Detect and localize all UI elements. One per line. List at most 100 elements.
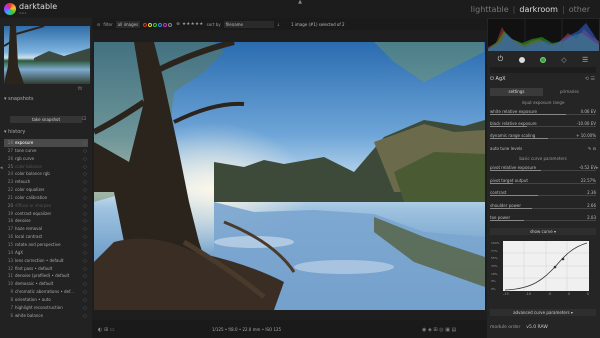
module-search-input[interactable]	[490, 67, 596, 73]
module-order-value[interactable]: v5.0 RAW	[526, 325, 547, 330]
main-image[interactable]	[94, 42, 485, 310]
slider-track[interactable]	[490, 220, 596, 221]
filter-bar: ⊟ filter all images ⊗ ★★★★★ sort by file…	[92, 18, 487, 30]
history-item[interactable]: 11 denoise (profiled) • default ○	[4, 272, 88, 280]
history-item[interactable]: 17 haze removal ○	[4, 225, 88, 233]
auto-tune-row[interactable]: auto tune levels ✎ ⊟	[490, 146, 596, 151]
overexposure-icon[interactable]: ▣	[445, 327, 450, 333]
slider[interactable]: toe power 2.03	[490, 215, 596, 228]
color-group-icon[interactable]	[539, 56, 546, 63]
curve-y-label: 100%	[491, 241, 500, 245]
module-presets-icon[interactable]: ⟲ ☰	[585, 76, 595, 82]
power-icon[interactable]: ⏻	[498, 55, 504, 64]
history-number: 7	[10, 304, 13, 310]
collapse-left-panel-icon[interactable]: ◂	[0, 165, 3, 171]
history-item[interactable]: 27 tone curve ○	[4, 147, 88, 155]
history-number: 28	[7, 140, 13, 145]
history-header[interactable]: ▾ history	[4, 128, 88, 136]
effects-group-icon[interactable]: ☰	[582, 56, 588, 64]
view-lighttable[interactable]: lighttable	[471, 5, 509, 14]
gamut-check-icon[interactable]: ◈	[428, 327, 432, 333]
history-item[interactable]: 18 denoise ○	[4, 217, 88, 225]
tone-curve-plot	[503, 241, 589, 291]
history-item[interactable]: 14 AgX ○	[4, 249, 88, 257]
zoom-fit-label[interactable]: fit	[78, 86, 82, 91]
take-snapshot-button[interactable]: take snapshot	[10, 116, 82, 123]
snapshots-header[interactable]: ▾ snapshots	[4, 95, 88, 103]
view-darkroom[interactable]: darkroom	[519, 5, 558, 14]
slider-track[interactable]	[490, 182, 596, 184]
selection-status: 1 image (#1) selected of 2	[290, 21, 345, 27]
tab-settings[interactable]: settings	[490, 88, 543, 96]
slider[interactable]: contrast 2.36	[490, 190, 596, 203]
histogram[interactable]	[488, 19, 599, 51]
navigation-thumbnail[interactable]	[4, 26, 90, 84]
curve-x-label: -15	[503, 292, 509, 296]
slider-track[interactable]	[490, 207, 596, 209]
slider[interactable]: shoulder power 2.66	[490, 203, 596, 216]
history-item[interactable]: 23 retouch ○	[4, 178, 88, 186]
module-state-icon: ○	[83, 226, 87, 232]
color-labels-filter[interactable]	[143, 22, 173, 27]
history-item[interactable]: 7 highlight reconstruction ○	[4, 304, 88, 312]
advanced-curve-toggle[interactable]: advanced curve parameters ▾	[490, 309, 596, 316]
slider-label: pivot relative exposure	[490, 165, 537, 170]
collapse-right-panel-icon[interactable]: ▸	[596, 165, 599, 171]
module-header-agx[interactable]: ⏻ AgX ⟲ ☰	[490, 76, 596, 84]
input-sliders: white relative exposure 4.06 EV black rela…	[490, 109, 596, 145]
slider[interactable]: white relative exposure 4.06 EV	[490, 109, 596, 121]
history-item[interactable]: 19 contrast equalizer ○	[4, 210, 88, 218]
sort-direction-icon[interactable]: ↓	[277, 22, 280, 27]
module-state-icon: ○	[83, 194, 87, 200]
history-item[interactable]: 20 diffuse or sharpen ○	[4, 202, 88, 210]
history-item[interactable]: 26 rgb curve ○	[4, 155, 88, 163]
rating-filter[interactable]: ⊗ ★★★★★	[176, 22, 203, 27]
filter-icon[interactable]: ⊟	[97, 22, 100, 27]
history-item[interactable]: 13 lens correction • default ○	[4, 257, 88, 265]
history-item[interactable]: 9 chromatic aberrations • def... ○	[4, 288, 88, 296]
slider-track[interactable]	[490, 138, 596, 139]
focus-peaking-icon[interactable]: ◎	[439, 327, 443, 333]
history-item[interactable]: 10 demosaic • default ○	[4, 280, 88, 288]
sort-select[interactable]: filename	[223, 20, 274, 28]
slider-track[interactable]	[490, 114, 596, 115]
history-item[interactable]: 22 color equalizer ○	[4, 186, 88, 194]
tone-group-icon[interactable]	[518, 56, 525, 63]
slider-track[interactable]	[490, 170, 596, 171]
slider-fill	[490, 138, 549, 139]
raw-overexposed-icon[interactable]: ▤	[452, 327, 457, 333]
second-window-icon[interactable]: ▭	[110, 327, 115, 333]
history-item[interactable]: 28 exposure ○	[4, 139, 88, 147]
slider-track[interactable]	[490, 126, 596, 127]
history-label: haze removal	[15, 226, 43, 232]
history-item[interactable]: 12 first pass • default ○	[4, 265, 88, 273]
quick-access-icon[interactable]: ◐	[98, 327, 102, 333]
filter-label: filter	[103, 21, 113, 27]
picker-icon[interactable]: ✎ ⊟	[588, 146, 596, 151]
history-item[interactable]: 16 local contrast ○	[4, 233, 88, 241]
styles-icon[interactable]: ⊞	[104, 327, 108, 333]
slider[interactable]: pivot target output 22.57%	[490, 178, 596, 191]
correct-group-icon[interactable]: ◇	[561, 56, 566, 64]
slider[interactable]: black relative exposure -10.00 EV	[490, 121, 596, 133]
history-item[interactable]: 25 color balance ○	[4, 163, 88, 171]
slider[interactable]: dynamic range scaling + 10.00%	[490, 133, 596, 145]
curve-graph[interactable]	[503, 241, 589, 291]
softproof-icon[interactable]: ◉	[422, 327, 426, 333]
module-state-icon: ○	[83, 273, 87, 279]
history-item[interactable]: 8 orientation • auto ○	[4, 296, 88, 304]
collapse-top-panel-icon[interactable]: ▲	[297, 0, 303, 5]
slider-value: 4.06 EV	[580, 109, 596, 114]
view-other[interactable]: other	[569, 5, 590, 14]
filter-select[interactable]: all images	[115, 20, 141, 28]
history-item[interactable]: 6 white balance ○	[4, 312, 88, 320]
slider[interactable]: pivot relative exposure -0.52 EV	[490, 165, 596, 178]
history-item[interactable]: 21 color calibration ○	[4, 194, 88, 202]
snapshot-options-icon[interactable]: ⊡	[82, 116, 88, 123]
history-item[interactable]: 15 rotate and perspective ○	[4, 241, 88, 249]
slider-track[interactable]	[490, 195, 596, 196]
guides-icon[interactable]: ⊞	[433, 327, 437, 333]
tab-primaries[interactable]: primaries	[543, 88, 596, 96]
show-curve-toggle[interactable]: show curve ▾	[490, 228, 596, 235]
history-item[interactable]: 24 color balance rgb ○	[4, 170, 88, 178]
